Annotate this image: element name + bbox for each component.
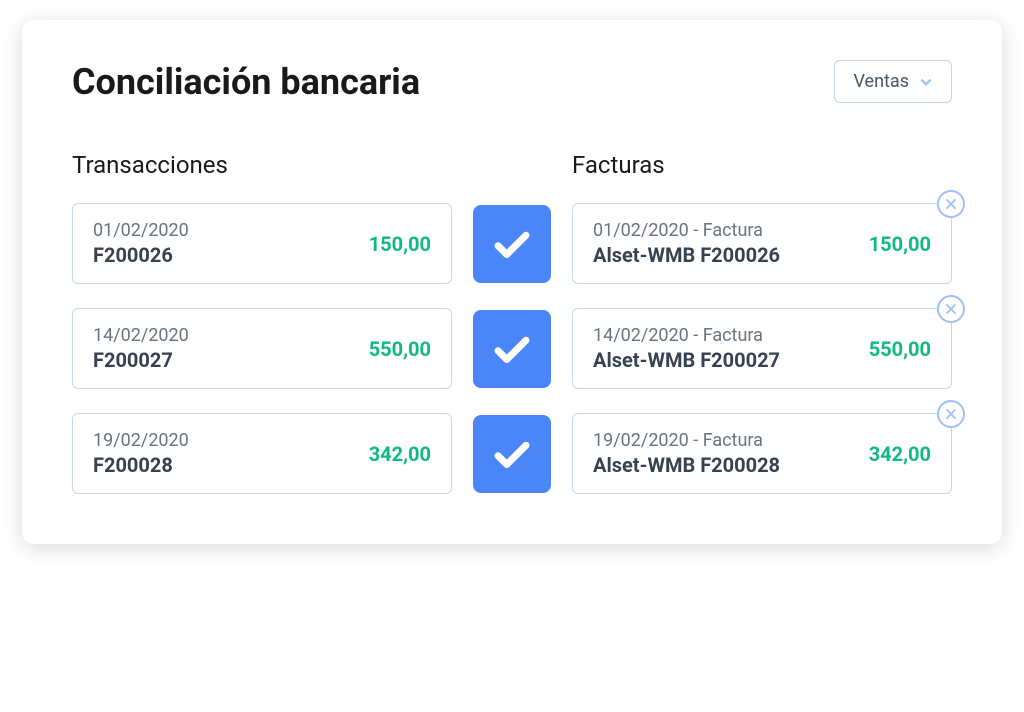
invoice-amount: 150,00	[869, 232, 931, 256]
check-icon	[491, 328, 533, 370]
invoice-ref: Alset-WMB F200027	[593, 348, 780, 372]
remove-invoice-button[interactable]	[937, 295, 965, 323]
transaction-card[interactable]: 19/02/2020 F200028 342,00	[72, 413, 452, 494]
transaction-date: 14/02/2020	[93, 325, 189, 346]
reconciliation-rows: 01/02/2020 F200026 150,00 01/02/2020 - F…	[72, 203, 952, 494]
transaction-amount: 550,00	[369, 337, 431, 361]
invoice-card[interactable]: 14/02/2020 - Factura Alset-WMB F200027 5…	[572, 308, 952, 389]
transaction-card[interactable]: 14/02/2020 F200027 550,00	[72, 308, 452, 389]
invoice-amount: 342,00	[869, 442, 931, 466]
transaction-card[interactable]: 01/02/2020 F200026 150,00	[72, 203, 452, 284]
dropdown-label: Ventas	[853, 71, 909, 92]
close-icon	[944, 302, 958, 316]
transaction-info: 01/02/2020 F200026	[93, 220, 189, 267]
invoices-column-title: Facturas	[572, 151, 952, 179]
page-title: Conciliación bancaria	[72, 61, 420, 103]
transaction-date: 19/02/2020	[93, 430, 189, 451]
check-icon	[491, 223, 533, 265]
transaction-info: 14/02/2020 F200027	[93, 325, 189, 372]
invoice-date-label: 19/02/2020 - Factura	[593, 430, 780, 451]
invoice-info: 14/02/2020 - Factura Alset-WMB F200027	[593, 325, 780, 372]
transaction-date: 01/02/2020	[93, 220, 189, 241]
invoice-amount: 550,00	[869, 337, 931, 361]
invoice-date-label: 01/02/2020 - Factura	[593, 220, 780, 241]
invoice-ref: Alset-WMB F200026	[593, 243, 780, 267]
columns-header: Transacciones Facturas	[72, 151, 952, 179]
invoice-date-label: 14/02/2020 - Factura	[593, 325, 780, 346]
reconciliation-row: 19/02/2020 F200028 342,00 19/02/2020 - F…	[72, 413, 952, 494]
invoice-card[interactable]: 01/02/2020 - Factura Alset-WMB F200026 1…	[572, 203, 952, 284]
transaction-amount: 342,00	[369, 442, 431, 466]
transactions-column-title: Transacciones	[72, 151, 452, 179]
confirm-match-button[interactable]	[473, 205, 551, 283]
check-icon	[491, 433, 533, 475]
close-icon	[944, 197, 958, 211]
confirm-match-button[interactable]	[473, 415, 551, 493]
close-icon	[944, 407, 958, 421]
transaction-amount: 150,00	[369, 232, 431, 256]
invoice-info: 01/02/2020 - Factura Alset-WMB F200026	[593, 220, 780, 267]
remove-invoice-button[interactable]	[937, 190, 965, 218]
remove-invoice-button[interactable]	[937, 400, 965, 428]
chevron-down-icon	[919, 75, 933, 89]
invoice-info: 19/02/2020 - Factura Alset-WMB F200028	[593, 430, 780, 477]
transaction-ref: F200028	[93, 453, 189, 477]
transaction-ref: F200026	[93, 243, 189, 267]
invoice-card[interactable]: 19/02/2020 - Factura Alset-WMB F200028 3…	[572, 413, 952, 494]
filter-dropdown[interactable]: Ventas	[834, 60, 952, 103]
reconciliation-row: 14/02/2020 F200027 550,00 14/02/2020 - F…	[72, 308, 952, 389]
confirm-match-button[interactable]	[473, 310, 551, 388]
invoice-ref: Alset-WMB F200028	[593, 453, 780, 477]
reconciliation-card: Conciliación bancaria Ventas Transaccion…	[22, 20, 1002, 544]
transaction-info: 19/02/2020 F200028	[93, 430, 189, 477]
transaction-ref: F200027	[93, 348, 189, 372]
reconciliation-row: 01/02/2020 F200026 150,00 01/02/2020 - F…	[72, 203, 952, 284]
header: Conciliación bancaria Ventas	[72, 60, 952, 103]
